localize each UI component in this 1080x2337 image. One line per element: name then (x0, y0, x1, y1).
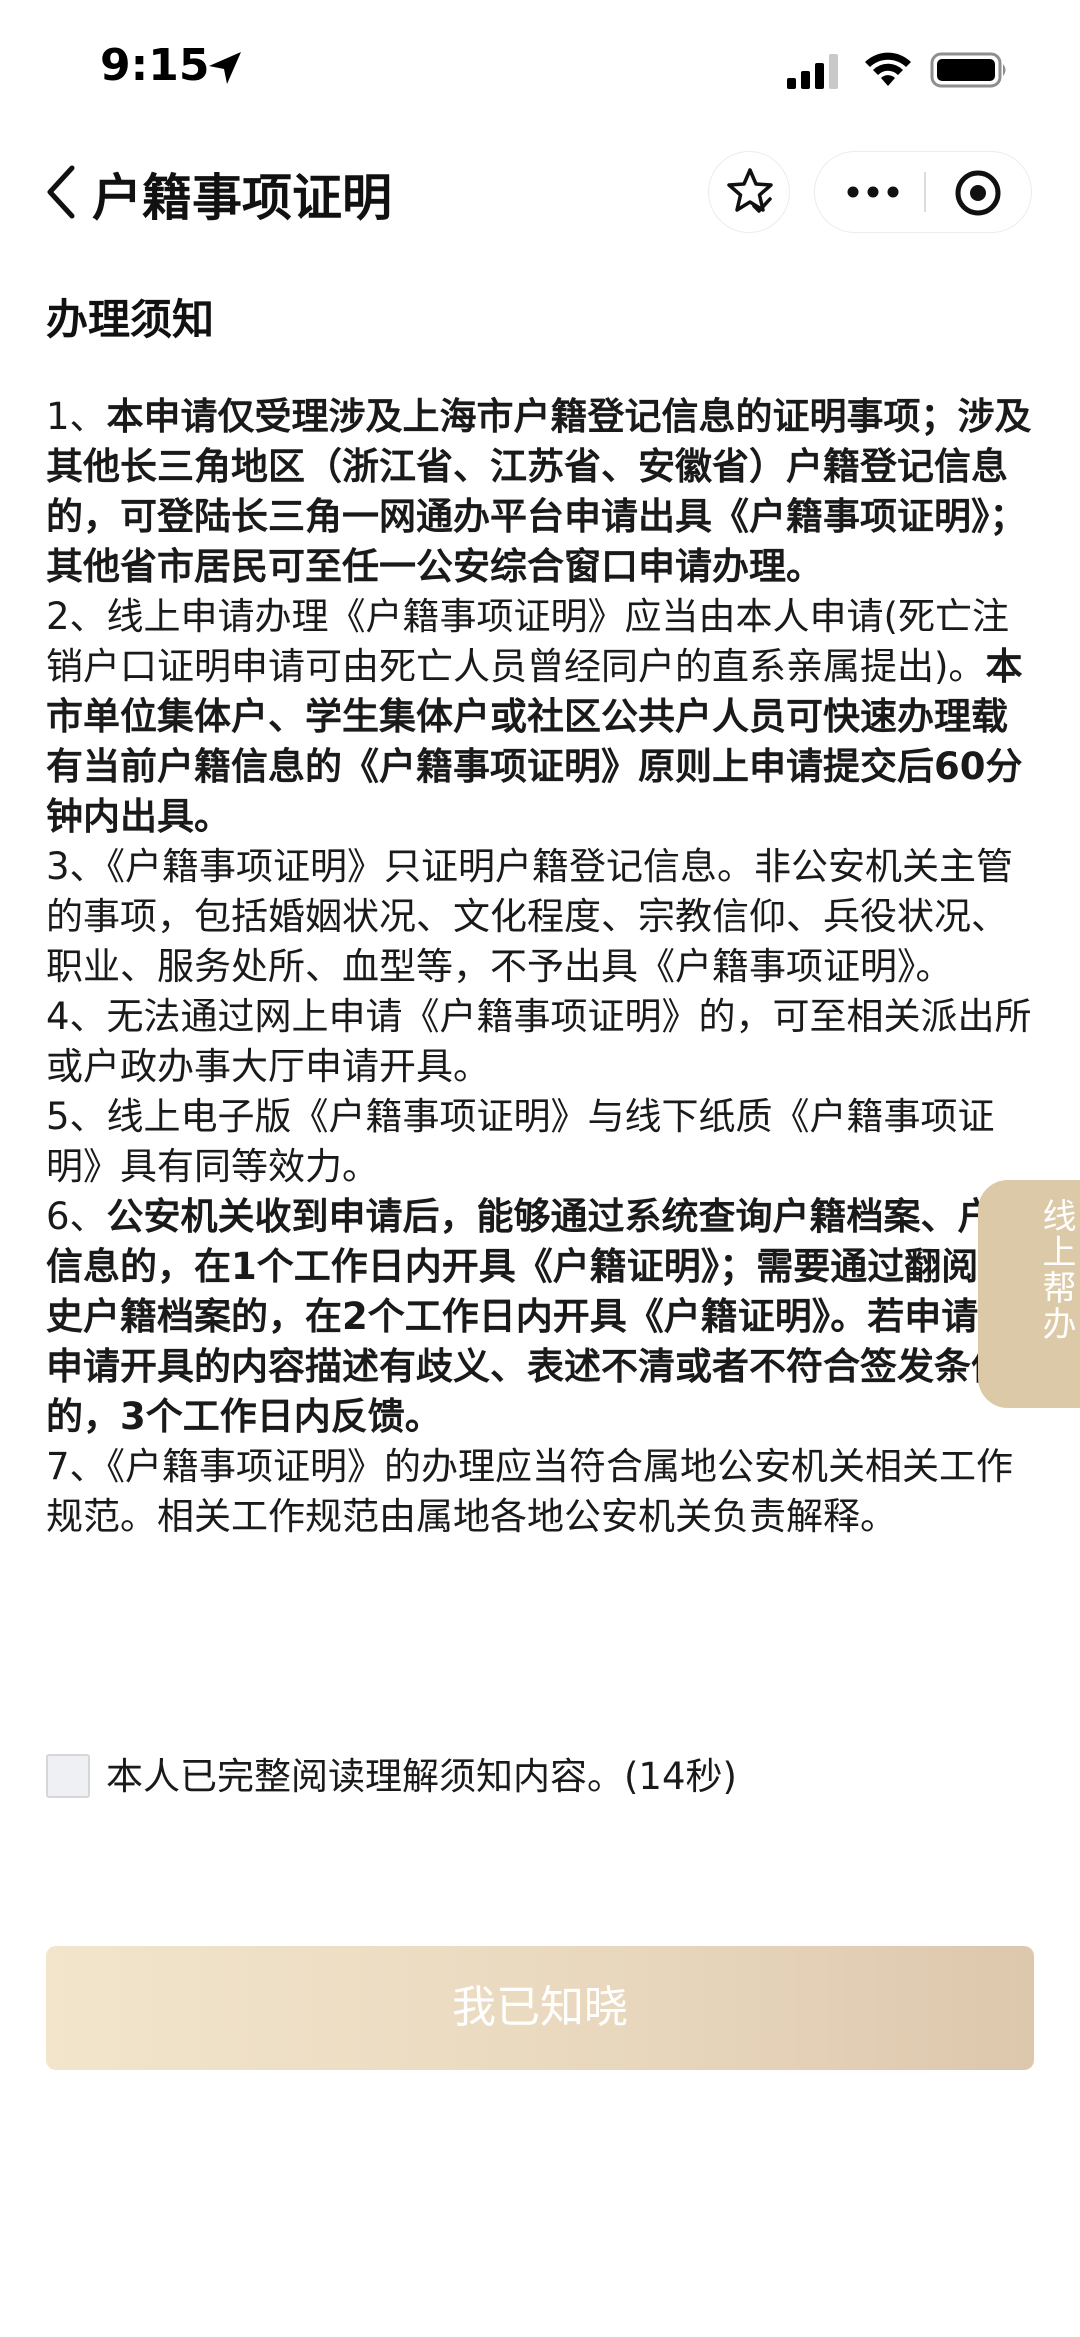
notice-item: 3、《户籍事项证明》只证明户籍登记信息。非公安机关主管的事项，包括婚姻状况、文化… (46, 842, 1036, 992)
favorite-button[interactable] (708, 151, 790, 233)
online-help-tab[interactable]: 线上帮办 (978, 1180, 1080, 1408)
notice-item: 7、《户籍事项证明》的办理应当符合属地公安机关相关工作规范。相关工作规范由属地各… (46, 1442, 1036, 1542)
notice-list: 1、本申请仅受理涉及上海市户籍登记信息的证明事项；涉及其他长三角地区（浙江省、江… (46, 392, 1036, 1542)
agreement-row[interactable]: 本人已完整阅读理解须知内容。(14秒) (46, 1752, 946, 1802)
notice-item: 6、公安机关收到申请后，能够通过系统查询户籍档案、户籍信息的，在1个工作日内开具… (46, 1192, 1036, 1442)
notice-item-text: 3、《户籍事项证明》只证明户籍登记信息。非公安机关主管的事项，包括婚姻状况、文化… (46, 845, 1014, 988)
notice-content: 办理须知 1、本申请仅受理涉及上海市户籍登记信息的证明事项；涉及其他长三角地区（… (46, 290, 1036, 1542)
help-tab-label: 线上帮办 (1036, 1198, 1076, 1342)
more-dots-icon (847, 186, 899, 198)
notice-heading: 办理须知 (46, 295, 215, 344)
agreement-checkbox[interactable] (46, 1754, 90, 1798)
notice-item: 1、本申请仅受理涉及上海市户籍登记信息的证明事项；涉及其他长三角地区（浙江省、江… (46, 392, 1036, 592)
notice-item-text: 7、《户籍事项证明》的办理应当符合属地公安机关相关工作规范。相关工作规范由属地各… (46, 1445, 1014, 1538)
battery-icon (930, 52, 1006, 88)
notice-item-text: 2、线上申请办理《户籍事项证明》应当由本人申请(死亡注销户口证明申请可由死亡人员… (46, 595, 1009, 688)
mini-program-capsule (814, 151, 1032, 233)
notice-item-text: 6、 (46, 1195, 107, 1238)
notice-item-text: 本申请仅受理涉及上海市户籍登记信息的证明事项；涉及其他长三角地区（浙江省、江苏省… (46, 395, 1032, 588)
agreement-label[interactable]: 本人已完整阅读理解须知内容。(14秒) (106, 1752, 737, 1802)
more-button[interactable] (815, 152, 923, 232)
signal-icon (787, 54, 838, 89)
capsule-divider (924, 172, 926, 212)
notice-item: 2、线上申请办理《户籍事项证明》应当由本人申请(死亡注销户口证明申请可由死亡人员… (46, 592, 1036, 842)
wifi-icon (865, 52, 911, 86)
back-chevron-icon[interactable] (40, 162, 84, 222)
notice-item: 4、无法通过网上申请《户籍事项证明》的，可至相关派出所或户政办事大厅申请开具。 (46, 992, 1036, 1092)
notice-item-text: 4、无法通过网上申请《户籍事项证明》的，可至相关派出所或户政办事大厅申请开具。 (46, 995, 1032, 1088)
nav-bar: 户籍事项证明 (0, 140, 1080, 240)
page-title: 户籍事项证明 (92, 169, 392, 227)
notice-item-text: 1、 (46, 395, 107, 438)
notice-item-text: 公安机关收到申请后，能够通过系统查询户籍档案、户籍信息的，在1个工作日内开具《户… (46, 1195, 1032, 1438)
target-close-icon (955, 170, 1001, 216)
notice-item: 5、线上电子版《户籍事项证明》与线下纸质《户籍事项证明》具有同等效力。 (46, 1092, 1036, 1192)
star-check-icon (727, 168, 773, 213)
location-arrow-icon (209, 52, 241, 84)
confirm-button[interactable]: 我已知晓 (46, 1946, 1034, 2070)
status-time: 9:15 (100, 40, 210, 91)
status-bar: 9:15 (0, 0, 1080, 140)
notice-item-text: 5、线上电子版《户籍事项证明》与线下纸质《户籍事项证明》具有同等效力。 (46, 1095, 995, 1188)
close-button[interactable] (927, 152, 1031, 232)
